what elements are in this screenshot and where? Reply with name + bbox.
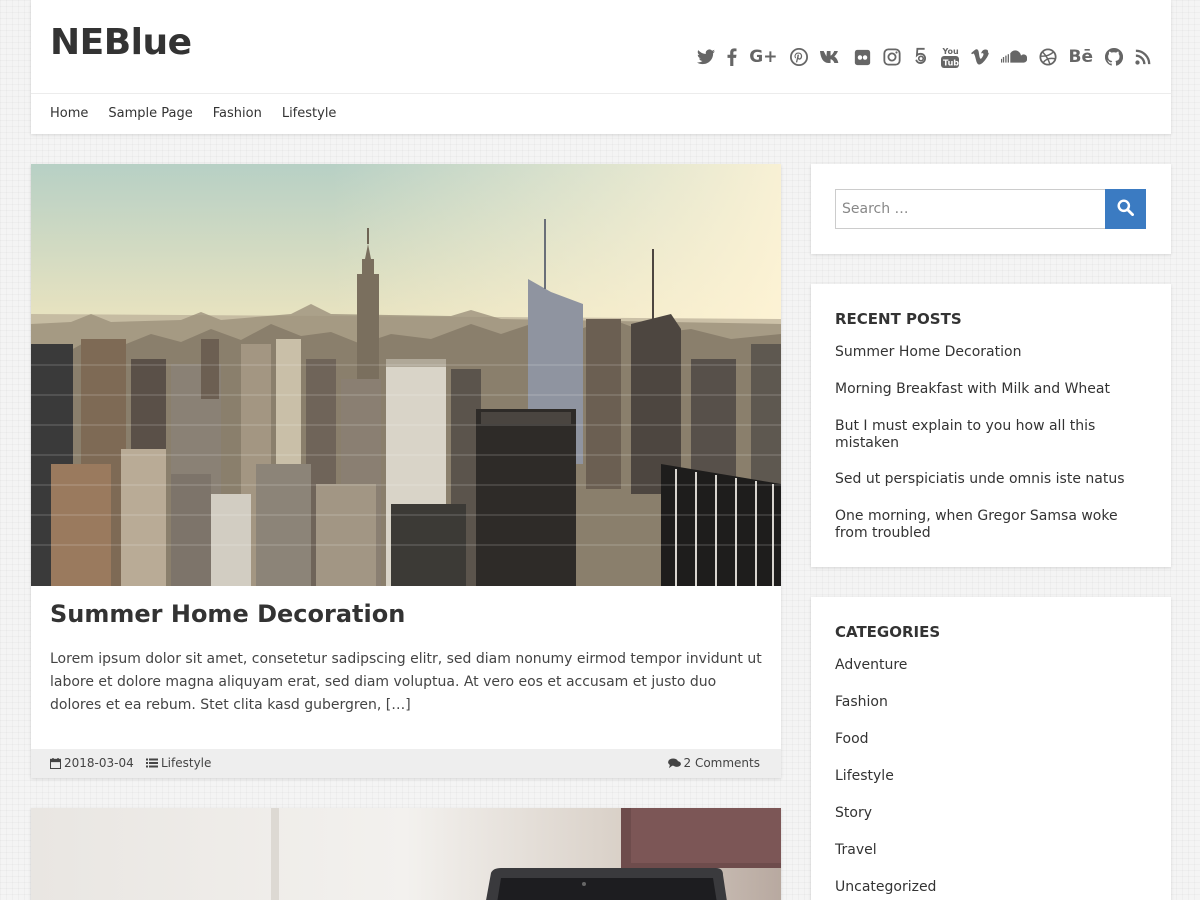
recent-post-link[interactable]: Summer Home Decoration (835, 344, 1021, 360)
nav-item-sample-page[interactable]: Sample Page (108, 106, 192, 121)
post-title[interactable]: Summer Home Decoration (50, 600, 405, 628)
post-date: 2018-03-04 (50, 756, 134, 770)
category-item[interactable]: Food (835, 731, 1150, 748)
recent-posts-widget: RECENT POSTS Summer Home Decoration Morn… (811, 284, 1171, 567)
post-date-text: 2018-03-04 (64, 756, 134, 770)
post-comments[interactable]: 2 Comments (667, 756, 761, 770)
category-link[interactable]: Travel (835, 842, 877, 858)
soundcloud-icon[interactable] (1000, 45, 1027, 69)
rss-icon[interactable] (1135, 45, 1151, 69)
recent-post-item[interactable]: Sed ut perspiciatis unde omnis iste natu… (835, 471, 1150, 488)
site-header: NEBlue G+ You Tube (31, 0, 1171, 134)
svg-text:You: You (941, 47, 959, 56)
post-meta-bar: 2018-03-04 Lifestyle 2 Comments (31, 749, 781, 778)
social-links: G+ You Tube (685, 45, 1151, 69)
main-nav: Home Sample Page Fashion Lifestyle (50, 106, 336, 121)
flickr-icon[interactable] (854, 45, 871, 69)
500px-icon[interactable] (913, 45, 929, 69)
behance-icon[interactable]: Bē (1069, 45, 1094, 69)
recent-post-item[interactable]: Morning Breakfast with Milk and Wheat (835, 381, 1150, 398)
recent-post-item[interactable]: But I must explain to you how all this m… (835, 418, 1150, 452)
recent-posts-list: Summer Home Decoration Morning Breakfast… (835, 344, 1150, 542)
post-excerpt: Lorem ipsum dolor sit amet, consetetur s… (50, 651, 762, 713)
categories-widget: CATEGORIES Adventure Fashion Food Lifest… (811, 597, 1171, 900)
vimeo-icon[interactable] (970, 45, 989, 69)
recent-post-item[interactable]: One morning, when Gregor Samsa woke from… (835, 508, 1150, 542)
post-comments-link[interactable]: 2 Comments (684, 756, 761, 770)
category-link[interactable]: Lifestyle (835, 768, 894, 784)
list-icon (146, 758, 158, 768)
category-link[interactable]: Uncategorized (835, 879, 936, 895)
search-icon (1117, 199, 1134, 219)
search-button[interactable] (1105, 189, 1146, 229)
facebook-icon[interactable] (727, 45, 737, 69)
category-link[interactable]: Food (835, 731, 869, 747)
category-item[interactable]: Uncategorized (835, 879, 1150, 896)
twitter-icon[interactable] (697, 45, 716, 69)
calendar-icon (50, 757, 61, 769)
google-plus-icon[interactable]: G+ (749, 45, 777, 69)
svg-text:Tube: Tube (943, 59, 959, 68)
category-item[interactable]: Story (835, 805, 1150, 822)
recent-post-link[interactable]: Sed ut perspiciatis unde omnis iste natu… (835, 471, 1125, 487)
search-widget (811, 164, 1171, 254)
dribbble-icon[interactable] (1038, 45, 1057, 69)
category-item[interactable]: Fashion (835, 694, 1150, 711)
category-item[interactable]: Travel (835, 842, 1150, 859)
category-link[interactable]: Fashion (835, 694, 888, 710)
instagram-icon[interactable] (882, 45, 901, 69)
site-title[interactable]: NEBlue (50, 22, 192, 63)
youtube-icon[interactable]: You Tube (940, 45, 959, 69)
pinterest-icon[interactable] (789, 45, 808, 69)
categories-title: CATEGORIES (835, 623, 941, 641)
category-link[interactable]: Story (835, 805, 872, 821)
comments-icon (667, 757, 681, 769)
nav-item-home[interactable]: Home (50, 106, 88, 121)
nav-item-lifestyle[interactable]: Lifestyle (282, 106, 337, 121)
recent-post-link[interactable]: But I must explain to you how all this m… (835, 418, 1095, 451)
category-item[interactable]: Lifestyle (835, 768, 1150, 785)
post-featured-image[interactable] (31, 164, 781, 586)
category-link[interactable]: Adventure (835, 657, 907, 673)
post-card: Summer Home Decoration Lorem ipsum dolor… (31, 164, 781, 778)
post-category-link[interactable]: Lifestyle (161, 756, 211, 770)
category-item[interactable]: Adventure (835, 657, 1150, 674)
categories-list: Adventure Fashion Food Lifestyle Story T… (835, 657, 1150, 896)
nav-item-fashion[interactable]: Fashion (213, 106, 262, 121)
recent-post-link[interactable]: One morning, when Gregor Samsa woke from… (835, 508, 1118, 541)
vk-icon[interactable] (819, 45, 842, 69)
post-featured-image-2[interactable] (31, 808, 781, 900)
search-input[interactable] (835, 189, 1105, 229)
post-category[interactable]: Lifestyle (146, 756, 211, 770)
nav-divider (31, 93, 1171, 94)
recent-post-link[interactable]: Morning Breakfast with Milk and Wheat (835, 381, 1110, 397)
post-card-2 (31, 808, 781, 900)
github-icon[interactable] (1105, 45, 1123, 69)
recent-post-item[interactable]: Summer Home Decoration (835, 344, 1150, 361)
recent-posts-title: RECENT POSTS (835, 310, 962, 328)
